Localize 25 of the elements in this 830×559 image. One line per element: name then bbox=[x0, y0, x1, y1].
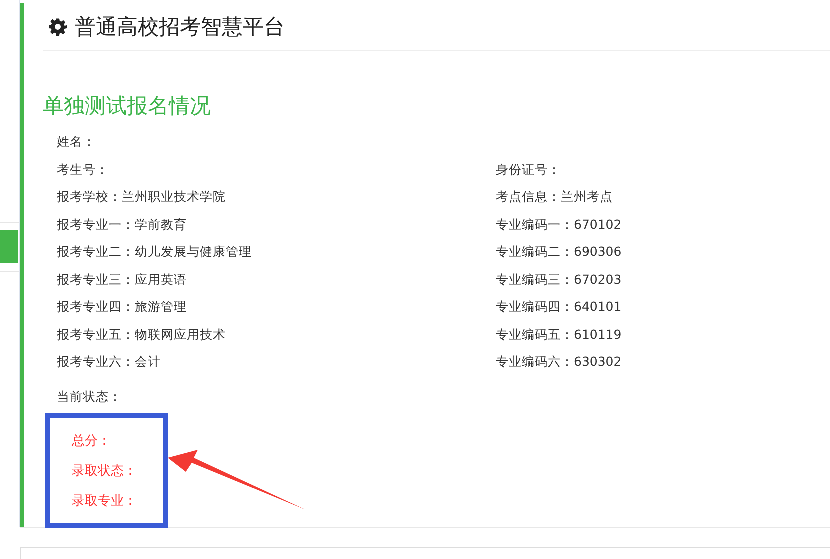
settings-icon bbox=[49, 18, 67, 36]
result-field: 总分： bbox=[72, 426, 163, 456]
info-field: 报考专业五：物联网应用技术 bbox=[57, 326, 496, 344]
info-field: 报考专业三：应用英语 bbox=[57, 272, 496, 289]
page-title: 普通高校招考智慧平台 bbox=[75, 14, 285, 40]
info-field: 专业编码五：610119 bbox=[496, 326, 830, 344]
info-field: 考点信息：兰州考点 bbox=[496, 189, 830, 206]
info-field: 报考专业二：幼儿发展与健康管理 bbox=[57, 244, 496, 262]
info-field: 专业编码一：670102 bbox=[496, 216, 830, 234]
info-field: 报考专业四：旅游管理 bbox=[57, 299, 496, 316]
result-field: 录取状态： bbox=[72, 456, 163, 486]
info-field: 考生号： bbox=[57, 162, 496, 179]
info-field: 报考专业六：会计 bbox=[57, 354, 496, 372]
info-field: 专业编码六：630302 bbox=[496, 354, 830, 372]
info-field: 报考专业一：学前教育 bbox=[57, 216, 496, 234]
sidebar-highlight bbox=[0, 230, 18, 263]
info-field: 专业编码三：670203 bbox=[496, 272, 830, 289]
section-heading: 单独测试报名情况 bbox=[43, 93, 212, 120]
status-label: 当前状态： bbox=[56, 388, 123, 406]
info-field: 专业编码四：640101 bbox=[496, 299, 830, 316]
info-field: 身份证号： bbox=[496, 162, 830, 179]
info-field: 专业编码二：690306 bbox=[496, 244, 830, 262]
info-field: 报考学校：兰州职业技术学院 bbox=[57, 189, 496, 206]
result-field: 录取专业： bbox=[72, 486, 163, 516]
info-field: 姓名： bbox=[57, 134, 496, 152]
